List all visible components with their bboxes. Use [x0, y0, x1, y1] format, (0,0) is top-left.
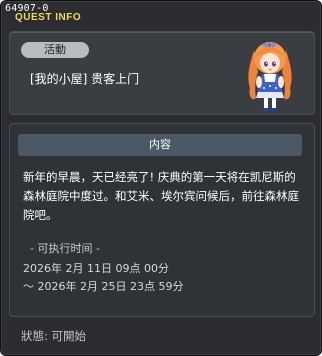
quest-info-window: 64907-0 QUEST INFO 活動 [我的小屋] 贵客上门 内容 新年的…: [0, 0, 322, 356]
schedule-header: - 可执行时间 -: [30, 242, 100, 255]
quest-name: [我的小屋] 贵客上门: [30, 72, 140, 86]
title-bar[interactable]: 64907-0 QUEST INFO: [5, 3, 305, 23]
window-title: QUEST INFO: [15, 12, 82, 23]
content-section-header: 内容: [18, 134, 302, 156]
quest-summary-panel: 活動 [我的小屋] 贵客上门: [9, 31, 315, 115]
quest-status: 狀態: 可開始: [21, 329, 87, 343]
npc-portrait-icon: [242, 36, 298, 114]
quest-description: 新年的早晨，天已经亮了! 庆典的第一天将在凯尼斯的森林庭院中度过。和艾米、埃尔宾…: [23, 170, 299, 222]
schedule-start-time: 2026年 2月 11日 09点 00分: [23, 262, 169, 275]
quest-category-badge: 活動: [21, 42, 89, 58]
schedule-end-time: ～ 2026年 2月 25日 23点 59分: [23, 280, 184, 293]
quest-content-panel: 内容 新年的早晨，天已经亮了! 庆典的第一天将在凯尼斯的森林庭院中度过。和艾米、…: [9, 123, 315, 317]
